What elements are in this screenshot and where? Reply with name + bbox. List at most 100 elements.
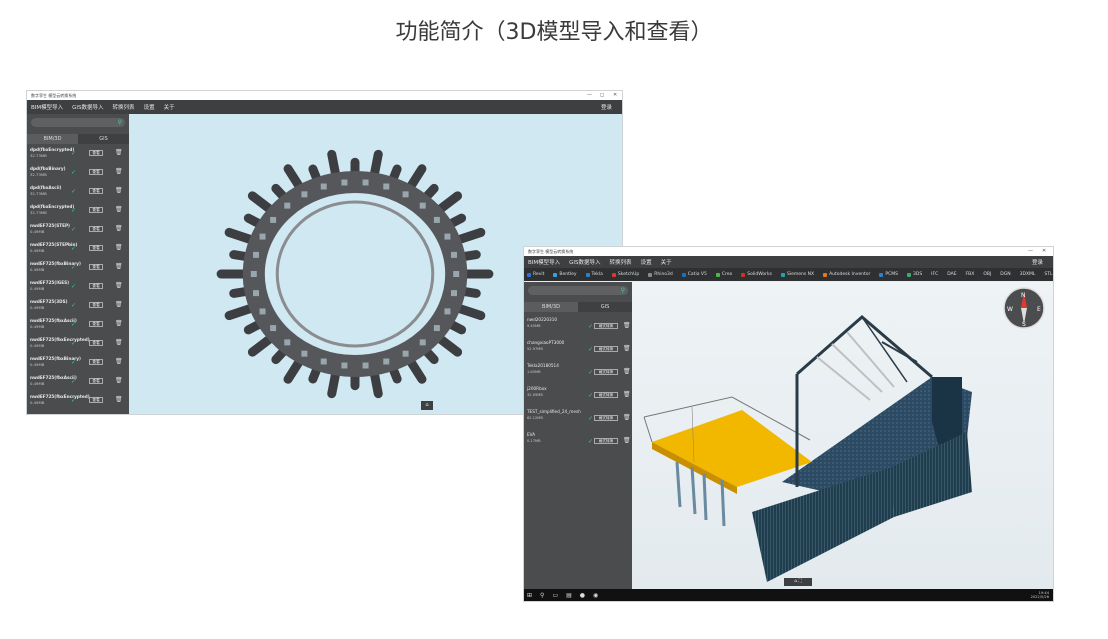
format-autodesk-inventor[interactable]: Autodesk Inventor	[823, 272, 870, 277]
minimize-button[interactable]: —	[587, 91, 592, 100]
convert-format-button[interactable]: 格式转换	[594, 369, 618, 375]
maximize-button[interactable]: ◻	[600, 91, 604, 100]
login-button[interactable]: 登录	[1032, 258, 1043, 266]
task-view-icon[interactable]: ▭	[552, 592, 558, 599]
convert-format-button[interactable]: 格式转换	[594, 415, 618, 421]
convert-format-button[interactable]: 格式转换	[594, 392, 618, 398]
delete-icon[interactable]: 🗑	[623, 437, 631, 444]
model-list-item[interactable]: nwdEF725(fbxBinary) 0.49MB ✓ 查看 🗑	[27, 353, 129, 372]
convert-format-button[interactable]: 格式转换	[594, 438, 618, 444]
delete-icon[interactable]: 🗑	[623, 322, 631, 329]
menu-settings[interactable]: 设置	[144, 103, 155, 111]
model-list-item[interactable]: EVA 0.17MB ✓ 格式转换 🗑	[524, 427, 632, 450]
format-dae[interactable]: DAE	[947, 272, 956, 277]
home-view-button[interactable]: ⌂	[421, 401, 433, 410]
3d-viewport[interactable]: N S W E ⌂ ⛶	[632, 282, 1053, 589]
delete-icon[interactable]: 🗑	[115, 149, 123, 156]
menu-convert-list[interactable]: 转换列表	[113, 103, 135, 111]
search-input[interactable]: ⚲	[31, 118, 125, 127]
delete-icon[interactable]: 🗑	[115, 396, 123, 403]
format-dgn[interactable]: DGN	[1000, 272, 1010, 277]
model-list-item[interactable]: dpd(fbxBinary) 32.73MB ✓ 查看 🗑	[27, 163, 129, 182]
format-solidworks[interactable]: SolidWorks	[741, 272, 772, 277]
tab-bim-3d[interactable]: BIM/3D	[524, 302, 578, 312]
format-sketchup[interactable]: SketchUp	[611, 272, 639, 277]
tab-gis[interactable]: GIS	[578, 302, 632, 312]
app-icon[interactable]: ◉	[593, 592, 598, 599]
model-list-item[interactable]: Tekla20180514 1.65MB ✓ 格式转换 🗑	[524, 358, 632, 381]
windows-start-icon[interactable]: ⊞	[527, 592, 532, 599]
search-input[interactable]: ⚲	[528, 286, 628, 295]
convert-format-button[interactable]: 格式转换	[594, 346, 618, 352]
view-button[interactable]: 查看	[89, 378, 103, 384]
search-icon[interactable]: ⚲	[621, 287, 625, 294]
format-ifc[interactable]: IFC	[931, 272, 938, 277]
model-list-item[interactable]: nwdEF725(IGES) 0.49MB ✓ 查看 🗑	[27, 277, 129, 296]
model-list-item[interactable]: nwd20220310 9.45MB ✓ 格式转换 🗑	[524, 312, 632, 335]
format-obj[interactable]: OBJ	[983, 272, 991, 277]
menu-about[interactable]: 关于	[164, 103, 175, 111]
menu-about[interactable]: 关于	[661, 258, 672, 266]
tab-bim-3d[interactable]: BIM/3D	[27, 134, 78, 144]
delete-icon[interactable]: 🗑	[115, 320, 123, 327]
convert-format-button[interactable]: 格式转换	[594, 323, 618, 329]
format-siemens-nx[interactable]: Siemens NX	[780, 272, 814, 277]
format-3ds[interactable]: 3DS	[906, 272, 922, 277]
delete-icon[interactable]: 🗑	[115, 358, 123, 365]
view-button[interactable]: 查看	[89, 150, 103, 156]
model-list-item[interactable]: nwdEF725(STEPbin) 0.49MB ✓ 查看 🗑	[27, 239, 129, 258]
view-button[interactable]: 查看	[89, 340, 103, 346]
folder-icon[interactable]: ▤	[566, 592, 572, 599]
delete-icon[interactable]: 🗑	[623, 391, 631, 398]
model-list-item[interactable]: nwdEF725(fbxAscii) 0.49MB ✓ 查看 🗑	[27, 315, 129, 334]
model-list-item[interactable]: dpd(fbxEncrypted) 32.73MB ✓ 查看 🗑	[27, 144, 129, 163]
model-list-item[interactable]: TEST_simplified_24_mesh 62.12MB ✓ 格式转换 🗑	[524, 404, 632, 427]
search-icon[interactable]: ⚲	[540, 592, 544, 599]
format-3dxml[interactable]: 3DXML	[1020, 272, 1036, 277]
model-list-item[interactable]: j200Rbox 32.09MB ✓ 格式转换 🗑	[524, 381, 632, 404]
view-button[interactable]: 查看	[89, 245, 103, 251]
view-button[interactable]: 查看	[89, 359, 103, 365]
menu-bim-import[interactable]: BIM模型导入	[528, 258, 560, 266]
model-list-item[interactable]: dpd(fbxEncrypted) 32.73MB ✓ 查看 🗑	[27, 201, 129, 220]
model-list-item[interactable]: nwdEF725(fbxBinary) 0.49MB ✓ 查看 🗑	[27, 258, 129, 277]
view-button[interactable]: 查看	[89, 283, 103, 289]
model-list-item[interactable]: dpd(fbxAscii) 32.73MB ✓ 查看 🗑	[27, 182, 129, 201]
format-creo[interactable]: Creo	[715, 272, 732, 277]
model-list-item[interactable]: nwdEF725(STEP) 0.49MB ✓ 查看 🗑	[27, 220, 129, 239]
view-button[interactable]: 查看	[89, 207, 103, 213]
home-view-button[interactable]: ⌂ ⛶	[784, 578, 812, 586]
delete-icon[interactable]: 🗑	[115, 263, 123, 270]
wechat-icon[interactable]: ●	[580, 592, 585, 599]
delete-icon[interactable]: 🗑	[115, 244, 123, 251]
model-list-item[interactable]: nwdEF725(fbxEncrypted) 0.49MB ✓ 查看 🗑	[27, 334, 129, 353]
menu-settings[interactable]: 设置	[641, 258, 652, 266]
view-button[interactable]: 查看	[89, 302, 103, 308]
view-button[interactable]: 查看	[89, 321, 103, 327]
login-button[interactable]: 登录	[601, 103, 612, 111]
model-list-item[interactable]: changxiaoPT3000 52.97MB ✓ 格式转换 🗑	[524, 335, 632, 358]
clock[interactable]: 19:44 2022/5/26	[1031, 591, 1049, 599]
menu-convert-list[interactable]: 转换列表	[610, 258, 632, 266]
delete-icon[interactable]: 🗑	[115, 301, 123, 308]
format-bentley[interactable]: Bentley	[553, 272, 577, 277]
tab-gis[interactable]: GIS	[78, 134, 129, 144]
delete-icon[interactable]: 🗑	[623, 345, 631, 352]
view-button[interactable]: 查看	[89, 188, 103, 194]
delete-icon[interactable]: 🗑	[623, 368, 631, 375]
view-button[interactable]: 查看	[89, 264, 103, 270]
model-list-item[interactable]: nwdEF725(fbxEncrypted) 0.49MB ✓ 查看 🗑	[27, 391, 129, 410]
menu-gis-import[interactable]: GIS数据导入	[569, 258, 600, 266]
search-icon[interactable]: ⚲	[118, 119, 122, 126]
delete-icon[interactable]: 🗑	[115, 377, 123, 384]
view-button[interactable]: 查看	[89, 226, 103, 232]
delete-icon[interactable]: 🗑	[115, 187, 123, 194]
model-list-item[interactable]: nwdEF725(fbxAscii) 0.49MB ✓ 查看 🗑	[27, 372, 129, 391]
delete-icon[interactable]: 🗑	[115, 282, 123, 289]
view-button[interactable]: 查看	[89, 169, 103, 175]
model-list-item[interactable]: nwdEF725(3DS) 0.49MB ✓ 查看 🗑	[27, 296, 129, 315]
format-catia-v5[interactable]: Catia V5	[681, 272, 707, 277]
delete-icon[interactable]: 🗑	[115, 225, 123, 232]
format-tekla[interactable]: Tekla	[585, 272, 603, 277]
close-button[interactable]: ✕	[1042, 247, 1046, 256]
